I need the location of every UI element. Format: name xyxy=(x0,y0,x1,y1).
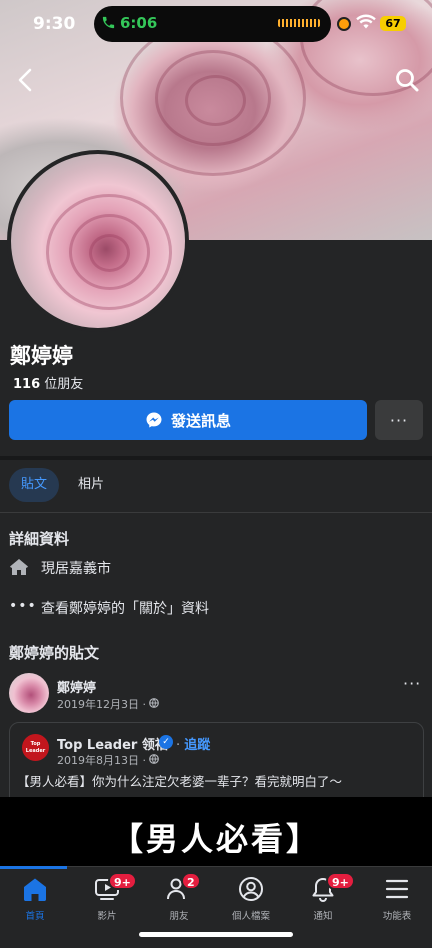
post-author-name[interactable]: 鄭婷婷 xyxy=(57,677,96,696)
nav-home-label: 首頁 xyxy=(25,911,45,922)
section-divider xyxy=(0,456,432,460)
shared-date-text: 2019年8月13日 · xyxy=(57,754,150,767)
nav-profile[interactable]: 個人檔案 xyxy=(216,876,286,922)
friends-label: 位朋友 xyxy=(40,377,84,392)
nav-video-label: 影片 xyxy=(97,911,117,922)
posts-heading: 鄭婷婷的貼文 xyxy=(9,644,100,662)
profile-name: 鄭婷婷 xyxy=(10,344,73,368)
post-timestamp[interactable]: 2019年12月3日 · xyxy=(57,696,160,712)
post-author-avatar[interactable] xyxy=(9,673,49,713)
follow-button[interactable]: · 追蹤 xyxy=(176,734,210,753)
more-options-button[interactable]: ··· xyxy=(375,400,423,440)
friends-count[interactable]: 116 位朋友 xyxy=(13,373,83,392)
nav-profile-label: 個人檔案 xyxy=(231,911,270,922)
home-indicator[interactable] xyxy=(139,932,293,937)
details-heading: 詳細資料 xyxy=(9,530,70,548)
chevron-left-icon xyxy=(18,68,32,92)
active-tab-indicator xyxy=(0,866,67,869)
back-button[interactable] xyxy=(8,62,44,98)
tab-photos[interactable]: 相片 xyxy=(66,468,116,502)
globe-icon xyxy=(149,754,160,764)
shared-post-text: 【男人必看】你为什么注定欠老婆一辈子？看完就明白了～ xyxy=(17,774,343,789)
nav-menu-label: 功能表 xyxy=(382,911,412,922)
nav-notifications[interactable]: 9+ 通知 xyxy=(288,872,358,922)
profile-icon xyxy=(239,877,263,901)
wifi-icon xyxy=(356,14,376,34)
globe-icon xyxy=(149,698,160,708)
home-location-icon xyxy=(9,557,29,577)
friends-number: 116 xyxy=(13,377,41,392)
about-info-link[interactable]: 查看鄭婷婷的「關於」資料 xyxy=(41,598,209,618)
profile-avatar[interactable] xyxy=(7,150,189,332)
nav-friends-label: 朋友 xyxy=(169,911,189,922)
status-time: 9:30 xyxy=(33,14,76,34)
nav-home[interactable]: 首頁 xyxy=(0,876,70,922)
send-message-label: 發送訊息 xyxy=(170,411,231,430)
shared-page-name[interactable]: Top Leader 领袖 xyxy=(57,734,168,753)
battery-indicator: 67 xyxy=(380,16,406,31)
tabs-divider xyxy=(0,512,432,513)
video-title-text: 【男人必看】 xyxy=(110,820,321,858)
more-dots-icon: ••• xyxy=(9,598,37,614)
send-message-button[interactable]: 發送訊息 xyxy=(9,400,367,440)
page-logo[interactable]: Top Leader xyxy=(22,734,49,761)
follow-label: 追蹤 xyxy=(184,738,211,753)
search-icon xyxy=(396,69,419,92)
nav-notifications-label: 通知 xyxy=(313,911,333,922)
call-duration: 6:06 xyxy=(120,14,158,32)
search-button[interactable] xyxy=(390,62,426,98)
shared-post-timestamp[interactable]: 2019年8月13日 · xyxy=(57,752,160,768)
menu-icon xyxy=(385,879,409,899)
recording-indicator-icon xyxy=(337,17,351,31)
post-date-text: 2019年12月3日 · xyxy=(57,698,150,711)
home-icon xyxy=(24,878,46,901)
post-menu-button[interactable]: ··· xyxy=(403,674,421,693)
friends-badge: 2 xyxy=(181,872,201,890)
nav-friends[interactable]: 2 朋友 xyxy=(144,872,214,922)
messenger-icon xyxy=(146,412,162,428)
video-badge: 9+ xyxy=(108,872,137,890)
notifications-badge: 9+ xyxy=(326,872,355,890)
nav-video[interactable]: 9+ 影片 xyxy=(72,872,142,922)
verified-badge-icon: ✓ xyxy=(159,735,173,749)
audio-wave-icon xyxy=(278,19,320,27)
phone-icon xyxy=(101,15,117,31)
tab-posts[interactable]: 貼文 xyxy=(9,468,59,502)
current-city: 現居嘉義市 xyxy=(41,561,111,577)
nav-menu[interactable]: 功能表 xyxy=(362,876,432,922)
